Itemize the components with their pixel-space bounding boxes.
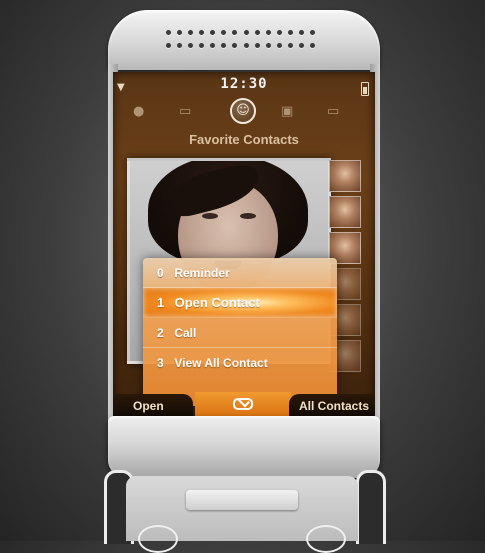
speaker-grille [166, 30, 316, 52]
options-menu: 0 Reminder 1 Open Contact 2 Call 3 View … [143, 258, 337, 406]
contact-thumbnail[interactable] [329, 196, 361, 228]
softkey-all-contacts[interactable]: All Contacts [289, 394, 375, 418]
menu-item-call[interactable]: 2 Call [143, 318, 337, 348]
phone-screen: ▼ 12:30 ● ▭ ☺ ▣ ▭ Favorite Contacts 0 Re… [113, 72, 375, 418]
menu-item-view-all-contact[interactable]: 3 View All Contact [143, 348, 337, 378]
contact-thumbnail[interactable] [329, 160, 361, 192]
menu-item-number: 0 [157, 266, 164, 280]
hinge-right [356, 470, 386, 544]
keypad-area [126, 476, 358, 553]
camera-icon[interactable]: ▣ [281, 104, 293, 119]
menu-item-number: 1 [157, 295, 165, 310]
nav-key[interactable] [186, 490, 298, 510]
menu-item-label: Reminder [174, 266, 230, 280]
smiley-icon[interactable]: ☺ [230, 98, 256, 124]
folder-icon[interactable]: ▭ [179, 104, 191, 119]
softkey-bar: Open All Contacts [113, 392, 375, 418]
softkey-open[interactable]: Open [113, 394, 193, 418]
menu-item-reminder[interactable]: 0 Reminder [143, 258, 337, 288]
menu-item-label: Call [174, 326, 197, 340]
phone-hinge-housing [108, 416, 380, 478]
phone-earpiece-housing [108, 10, 380, 70]
battery-icon [361, 82, 369, 96]
menu-item-open-contact[interactable]: 1 Open Contact [143, 288, 337, 318]
messages-icon[interactable]: ● [133, 104, 144, 119]
end-key[interactable] [306, 525, 346, 553]
page-title: Favorite Contacts [189, 132, 299, 147]
status-bar: ▼ 12:30 [113, 76, 375, 96]
mail-icon[interactable]: ▭ [327, 104, 339, 119]
center-softkey[interactable] [195, 392, 291, 418]
menu-item-label: View All Contact [174, 356, 268, 370]
clock: 12:30 [220, 76, 268, 92]
menu-item-number: 3 [157, 356, 164, 370]
app-icon-strip: ● ▭ ☺ ▣ ▭ [113, 98, 375, 132]
menu-item-label: Open Contact [174, 295, 260, 310]
envelope-icon [233, 398, 253, 410]
menu-item-number: 2 [157, 326, 164, 340]
call-key[interactable] [138, 525, 178, 553]
